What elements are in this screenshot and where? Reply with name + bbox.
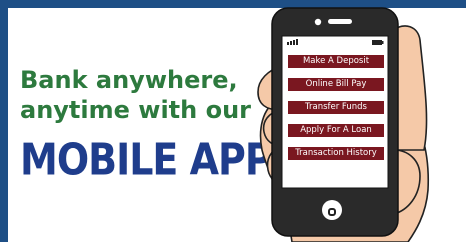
menu-button-apply-loan[interactable]: Apply For A Loan xyxy=(288,124,384,137)
menu-button-make-deposit[interactable]: Make A Deposit xyxy=(288,55,384,68)
battery-icon xyxy=(372,40,384,45)
menu-button-transaction-history[interactable]: Transaction History xyxy=(288,147,384,160)
phone-in-hand-illustration xyxy=(257,7,430,242)
camera-icon xyxy=(314,18,322,26)
menu-button-transfer-funds[interactable]: Transfer Funds xyxy=(288,101,384,114)
menu-button-online-bill-pay[interactable]: Online Bill Pay xyxy=(288,78,384,91)
speaker-icon xyxy=(328,19,352,24)
home-button-icon[interactable] xyxy=(322,200,342,220)
hand-finger-right-1 xyxy=(393,25,428,151)
